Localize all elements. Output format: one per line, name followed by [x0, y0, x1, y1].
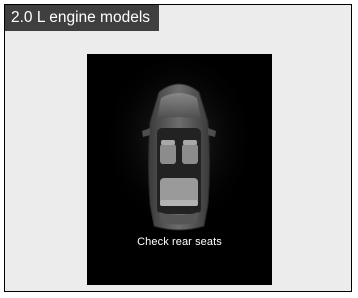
- info-display-screen: Check rear seats: [87, 54, 272, 285]
- figure-panel: 2.0 L engine models Check rear seats: [4, 4, 352, 292]
- engine-models-label: 2.0 L engine models: [5, 5, 160, 31]
- check-rear-seats-message: Check rear seats: [137, 236, 222, 248]
- car-top-view-icon: [99, 59, 259, 249]
